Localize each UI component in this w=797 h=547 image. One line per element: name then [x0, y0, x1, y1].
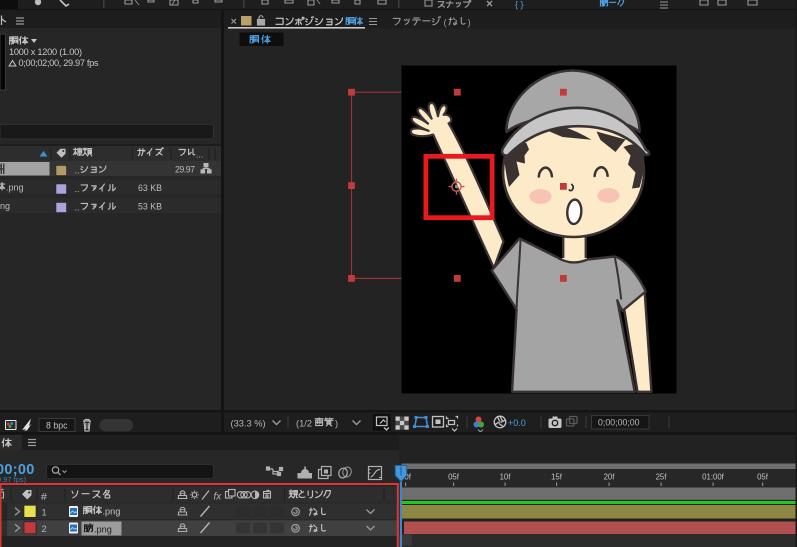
svg-text:): ) [468, 17, 471, 28]
svg-text:.png: .png [103, 507, 121, 517]
svg-text:+0.0: +0.0 [508, 418, 526, 428]
svg-text:.png: .png [94, 525, 112, 535]
svg-text:2: 2 [42, 524, 47, 534]
svg-text:.png: .png [6, 183, 24, 193]
svg-text:..: .. [75, 184, 80, 194]
svg-text:29.97: 29.97 [175, 165, 195, 175]
svg-text:8 bpc: 8 bpc [46, 421, 68, 431]
svg-text:ng: ng [0, 201, 10, 211]
svg-text:53 KB: 53 KB [138, 202, 162, 212]
svg-text:15f: 15f [551, 473, 563, 482]
svg-text:05f: 05f [757, 473, 769, 482]
svg-text:63 KB: 63 KB [138, 183, 162, 193]
svg-text:): ) [335, 419, 338, 429]
svg-text:..: .. [75, 166, 80, 176]
svg-text:1: 1 [42, 508, 47, 518]
svg-text:9.97 fps): 9.97 fps) [0, 475, 27, 484]
svg-text:10f: 10f [500, 473, 512, 482]
svg-text:20f: 20f [604, 473, 616, 482]
svg-text:#: # [41, 491, 47, 503]
svg-text:(1/2: (1/2 [296, 419, 312, 429]
svg-text:{ }: { } [515, 0, 524, 10]
svg-text:1000 x 1200 (1.00): 1000 x 1200 (1.00) [9, 47, 82, 57]
svg-text:fx: fx [214, 492, 223, 503]
svg-text:05f: 05f [448, 473, 460, 482]
svg-text:0;00;02;00, 29.97 fps: 0;00;02;00, 29.97 fps [19, 58, 99, 68]
svg-text:25f: 25f [656, 473, 668, 482]
svg-text:(33.3 %): (33.3 %) [231, 419, 266, 429]
svg-text:..: .. [75, 203, 80, 213]
svg-text:...: ... [196, 150, 203, 160]
svg-text:0;00;00;00: 0;00;00;00 [598, 418, 640, 428]
svg-text:01:00f: 01:00f [702, 473, 725, 482]
